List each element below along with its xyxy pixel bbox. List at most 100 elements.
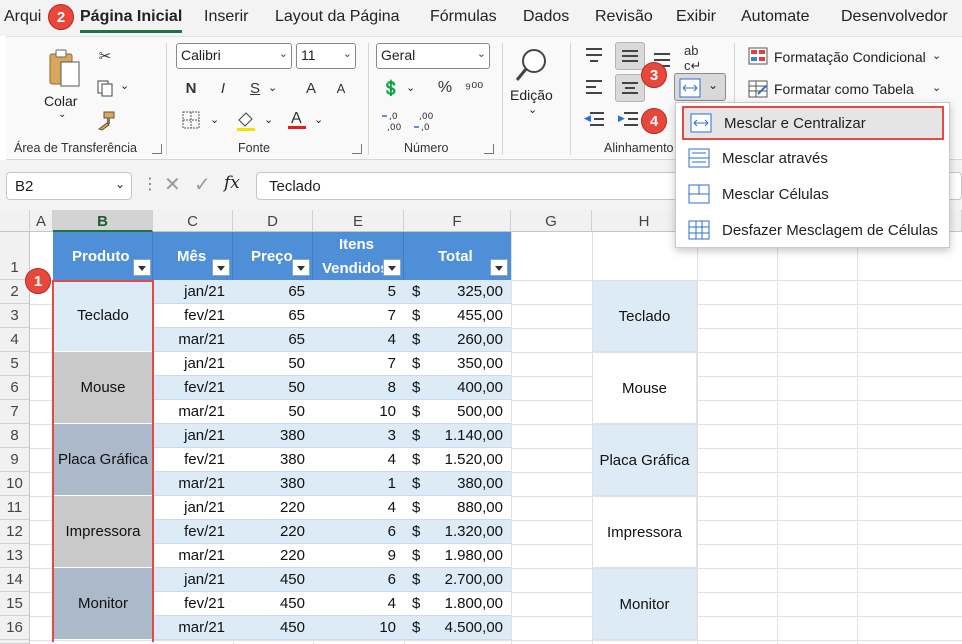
cell-itens[interactable]: 4 (313, 451, 404, 468)
cell-total[interactable]: 380,00 (404, 475, 511, 492)
cell-total[interactable]: 1.140,00 (404, 427, 511, 444)
wrap-text-icon[interactable]: ab c↵ (684, 43, 701, 74)
cell-mes[interactable]: fev/21 (153, 379, 233, 396)
menu-item-mesclar-celulas[interactable]: Mesclar Células (682, 177, 944, 211)
cell-total[interactable]: 1.320,00 (404, 523, 511, 540)
borders-chevron-icon[interactable]: ⌄ (210, 113, 219, 126)
cell-total[interactable]: 455,00 (404, 307, 511, 324)
conditional-formatting-button[interactable]: Formatação Condicional (774, 49, 926, 65)
row-header[interactable]: 10 (0, 472, 30, 496)
cell-mes[interactable]: jan/21 (153, 427, 233, 444)
row-header[interactable]: 16 (0, 616, 30, 640)
select-all-corner[interactable] (0, 210, 30, 232)
decrease-decimal-icon[interactable]: ,00,0 (412, 109, 438, 133)
paste-chevron-icon[interactable]: ⌄ (58, 109, 66, 120)
cell-itens[interactable]: 5 (313, 283, 404, 300)
find-search-icon[interactable] (512, 45, 552, 85)
cell-total[interactable]: 2.700,00 (404, 571, 511, 588)
cell-mes[interactable]: mar/21 (153, 331, 233, 348)
tab-layout-da-pagina[interactable]: Layout da Página (275, 8, 400, 26)
underline-chevron-icon[interactable]: ⌄ (268, 81, 277, 94)
cell-preco[interactable]: 220 (233, 523, 313, 540)
filter-dropdown-icon[interactable] (383, 259, 401, 276)
insert-function-icon[interactable]: fx (224, 173, 240, 193)
format-table-chevron-icon[interactable]: ⌄ (932, 81, 941, 94)
merged-cell-h[interactable]: Placa Gráfica (592, 424, 697, 496)
decrease-indent-icon[interactable]: ◀ (584, 109, 606, 131)
menu-item-desfazer-mesclagem[interactable]: Desfazer Mesclagem de Células (682, 213, 944, 247)
row-header[interactable]: 12 (0, 520, 30, 544)
format-painter-icon[interactable] (94, 109, 118, 133)
cell-mes[interactable]: jan/21 (153, 571, 233, 588)
conditional-formatting-icon[interactable] (748, 47, 768, 65)
tab-dados[interactable]: Dados (523, 8, 569, 26)
cell-preco[interactable]: 50 (233, 379, 313, 396)
cell-total[interactable]: 400,00 (404, 379, 511, 396)
cell-itens[interactable]: 10 (313, 403, 404, 420)
cell-preco[interactable]: 380 (233, 475, 313, 492)
shrink-font-button[interactable]: A (330, 77, 352, 99)
cell-total[interactable]: 1.800,00 (404, 595, 511, 612)
merged-cell-h[interactable]: Impressora (592, 496, 697, 568)
increase-decimal-icon[interactable]: ,0,00 (380, 109, 406, 133)
align-left-icon[interactable] (584, 77, 606, 99)
cell-preco[interactable]: 450 (233, 571, 313, 588)
cancel-icon[interactable]: ✕ (164, 172, 181, 197)
row-header[interactable]: 9 (0, 448, 30, 472)
accounting-chevron-icon[interactable]: ⌄ (406, 81, 415, 94)
tab-desenvolvedor[interactable]: Desenvolvedor (841, 8, 948, 26)
italic-button[interactable]: I (212, 77, 234, 99)
cell-mes[interactable]: mar/21 (153, 403, 233, 420)
cell-mes[interactable]: mar/21 (153, 547, 233, 564)
column-header-f[interactable]: F (404, 210, 511, 232)
cell-total[interactable]: 1.520,00 (404, 451, 511, 468)
merge-center-button[interactable]: ⌄ (674, 73, 726, 101)
clipboard-launcher-icon[interactable] (152, 144, 162, 154)
cell-itens[interactable]: 7 (313, 307, 404, 324)
cell-mes[interactable]: jan/21 (153, 283, 233, 300)
row-header[interactable]: 8 (0, 424, 30, 448)
format-as-table-button[interactable]: Formatar como Tabela (774, 81, 914, 97)
row-header[interactable]: 3 (0, 304, 30, 328)
cell-itens[interactable]: 4 (313, 595, 404, 612)
font-size-select[interactable]: 11 ⌄ (296, 43, 356, 69)
accounting-format-icon[interactable]: 💲 (378, 77, 404, 99)
column-header-b[interactable]: B (53, 210, 153, 232)
cell-itens[interactable]: 1 (313, 475, 404, 492)
column-header-g[interactable]: G (511, 210, 592, 232)
conditional-chevron-icon[interactable]: ⌄ (932, 49, 941, 62)
tab-revisao[interactable]: Revisão (595, 8, 653, 26)
row-header[interactable]: 14 (0, 568, 30, 592)
row-header[interactable]: 15 (0, 592, 30, 616)
row-header[interactable]: 6 (0, 376, 30, 400)
cut-icon[interactable]: ✂ (94, 45, 116, 67)
cell-preco[interactable]: 450 (233, 595, 313, 612)
filter-dropdown-icon[interactable] (490, 259, 508, 276)
menu-item-mesclar-centralizar[interactable]: Mesclar e Centralizar (682, 106, 944, 140)
row-header[interactable]: 7 (0, 400, 30, 424)
cell-itens[interactable]: 3 (313, 427, 404, 444)
cell-itens[interactable]: 6 (313, 571, 404, 588)
cell-mes[interactable]: fev/21 (153, 595, 233, 612)
fill-color-icon[interactable] (234, 109, 258, 133)
cell-preco[interactable]: 380 (233, 451, 313, 468)
font-color-icon[interactable]: A (286, 107, 308, 131)
cell-preco[interactable]: 50 (233, 403, 313, 420)
comma-style-icon[interactable]: ⁹⁰⁰ (462, 77, 486, 99)
font-color-chevron-icon[interactable]: ⌄ (314, 113, 323, 126)
borders-icon[interactable] (180, 109, 202, 131)
merge-chevron-icon[interactable]: ⌄ (708, 78, 718, 92)
cell-total[interactable]: 880,00 (404, 499, 511, 516)
percent-style-icon[interactable]: % (434, 77, 456, 99)
cell-mes[interactable]: fev/21 (153, 451, 233, 468)
name-box[interactable]: B2 ⌄ (6, 172, 132, 200)
more-options-icon[interactable]: ⋮ (142, 174, 158, 194)
font-launcher-icon[interactable] (352, 144, 362, 154)
align-middle-icon[interactable] (615, 42, 645, 70)
tab-pagina-inicial[interactable]: Página Inicial (80, 8, 182, 26)
column-header-a[interactable]: A (30, 210, 53, 232)
number-launcher-icon[interactable] (484, 144, 494, 154)
cell-itens[interactable]: 10 (313, 619, 404, 636)
grow-font-button[interactable]: A (300, 77, 322, 99)
cell-mes[interactable]: mar/21 (153, 475, 233, 492)
